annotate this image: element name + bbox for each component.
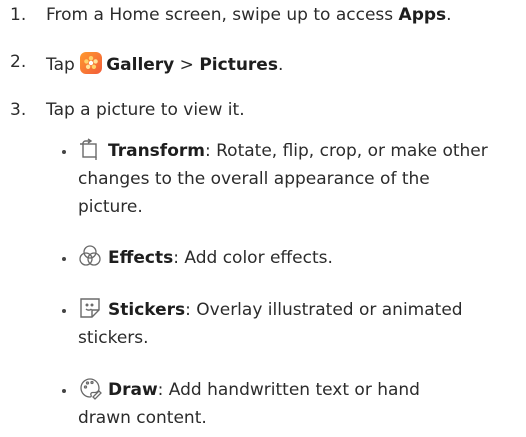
- tool-desc: : Add color effects.: [173, 248, 333, 268]
- tool-item-transform: Transform: Rotate, flip, crop, or make o…: [62, 137, 518, 221]
- step-text: Tap Gallery > Pictures.: [46, 52, 283, 75]
- step-number: 3.: [10, 100, 27, 120]
- step-text-after: .: [446, 5, 452, 25]
- tool-desc: : Add handwritten text or hand: [157, 380, 420, 400]
- gallery-label: Gallery: [106, 55, 175, 75]
- transform-icon: [78, 137, 102, 161]
- tool-desc: : Overlay illustrated or animated: [185, 300, 463, 320]
- tool-line: Transform: Rotate, flip, crop, or make o…: [78, 137, 518, 165]
- step-text-after: .: [277, 55, 284, 75]
- step-number: 1.: [10, 5, 27, 25]
- step-text-before: From a Home screen, swipe up to access: [46, 5, 399, 25]
- tool-name: Draw: [108, 380, 158, 400]
- tool-line: Draw: Add handwritten text or hand: [78, 376, 518, 404]
- tool-name: Stickers: [108, 300, 186, 320]
- effects-icon: [78, 244, 102, 268]
- step-text: Tap a picture to view it.: [46, 100, 245, 120]
- bullet-dot: [62, 389, 66, 393]
- bullet-dot: [62, 257, 66, 261]
- tool-desc-line: stickers.: [78, 328, 149, 348]
- draw-icon: [78, 376, 102, 400]
- tool-item-draw: Draw: Add handwritten text or hand drawn…: [62, 376, 518, 432]
- bullet-dot: [62, 150, 66, 154]
- tool-name: Transform: [108, 141, 205, 161]
- tool-name: Effects: [108, 248, 174, 268]
- stickers-icon: [78, 296, 102, 320]
- tool-line: Effects: Add color effects.: [78, 244, 518, 272]
- instructions-page: 1. From a Home screen, swipe up to acces…: [0, 0, 526, 437]
- tool-item-effects: Effects: Add color effects.: [62, 244, 518, 272]
- step-text-before: Tap: [46, 55, 81, 75]
- tool-desc-line: picture.: [78, 197, 143, 217]
- tool-desc-line: drawn content.: [78, 408, 207, 428]
- tool-line: Stickers: Overlay illustrated or animate…: [78, 296, 518, 324]
- gallery-icon: [80, 52, 103, 74]
- step-number: 2.: [10, 52, 27, 72]
- tool-item-stickers: Stickers: Overlay illustrated or animate…: [62, 296, 518, 352]
- tool-desc-line: changes to the overall appearance of the: [78, 169, 430, 189]
- pictures-label: Pictures: [199, 55, 278, 75]
- tool-desc: : Rotate, flip, crop, or make other: [204, 141, 488, 161]
- step-text: From a Home screen, swipe up to access A…: [46, 5, 452, 25]
- apps-label: Apps: [398, 5, 447, 25]
- breadcrumb-separator: >: [174, 55, 200, 75]
- bullet-dot: [62, 309, 66, 313]
